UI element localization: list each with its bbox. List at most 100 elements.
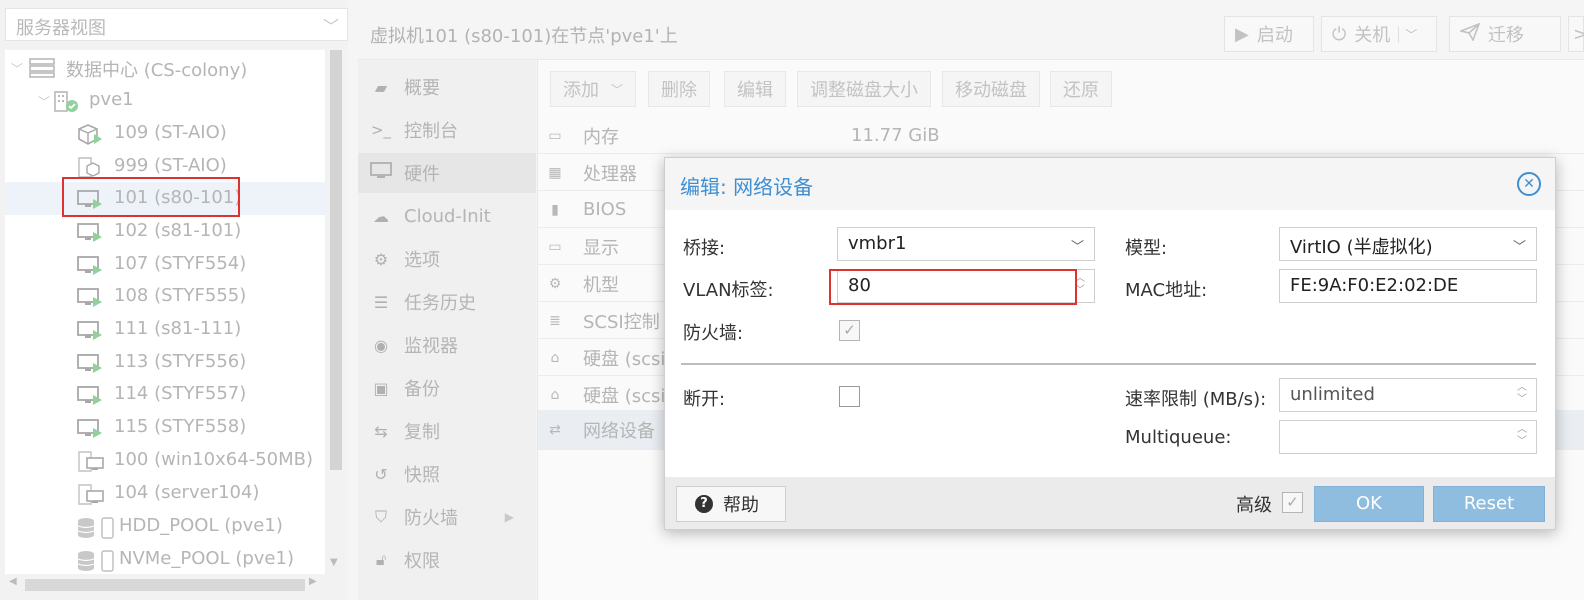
model-label: 模型: (1125, 238, 1168, 259)
nav-item-permissions[interactable]: 🔓︎ 权限 (358, 540, 536, 580)
hdd-icon: ⌂ (550, 349, 560, 366)
nav-item-task-history[interactable]: ☰ 任务历史 (358, 282, 536, 322)
nav-item-label: 硬件 (404, 164, 440, 185)
hardware-row-label: 硬盘 (scsi (583, 385, 666, 407)
nav-item-cloud-init[interactable]: ☁ Cloud-Init (358, 196, 536, 236)
remove-button[interactable]: 删除 (648, 71, 710, 107)
nav-item-label: 备份 (404, 379, 440, 400)
scroll-left-arrow-icon[interactable]: ◀ (9, 576, 17, 587)
multiqueue-input[interactable]: ︿ ﹀ (1279, 420, 1537, 454)
hardware-row-label: SCSI控制 (583, 311, 660, 333)
tree-item-label: 100 (win10x64-50MB) (114, 449, 313, 470)
cogs-icon: ⚙ (548, 275, 562, 292)
vlan-label: VLAN标签: (683, 280, 774, 301)
nav-item-replication[interactable]: ⇆ 复制 (358, 411, 536, 451)
resource-tree-panel: 服务器视图 ﹀ ﹀ 数据中心 (CS-colony) ﹀ pve1 109 (S… (0, 0, 348, 600)
tree-item-vm-template[interactable]: 104 (server104) (5, 477, 325, 510)
tree-item-vm[interactable]: 108 (STYF555) (5, 280, 325, 313)
hardware-row-label: 机型 (583, 274, 619, 296)
add-button[interactable]: 添加 ﹀ (550, 71, 636, 107)
revert-button[interactable]: 还原 (1050, 71, 1112, 107)
nav-item-firewall[interactable]: ⛉ 防火墙 ▶ (358, 497, 536, 537)
advanced-checkbox[interactable]: ✓ (1282, 492, 1303, 513)
hardware-row-label: 内存 (583, 126, 619, 148)
tree-item-label: 109 (ST-AIO) (114, 122, 227, 143)
more-button[interactable]: > (1568, 16, 1584, 52)
chevron-down-icon[interactable]: ﹀ (38, 93, 50, 110)
dialog-title: 编辑: 网络设备 (680, 175, 814, 199)
nav-item-backup[interactable]: ▣ 备份 (358, 368, 536, 408)
nav-item-console[interactable]: >_ 控制台 (358, 110, 536, 150)
shutdown-button[interactable]: ⏻ 关机 ﹀ (1321, 16, 1437, 52)
nav-item-monitor[interactable]: ◉ 监视器 (358, 325, 536, 365)
model-select[interactable]: VirtIO (半虚拟化) ﹀ (1279, 227, 1537, 261)
tree-item-node[interactable]: ﹀ pve1 (5, 84, 325, 117)
highlight-annotation (62, 177, 240, 217)
tree-item-label: pve1 (89, 89, 134, 110)
nav-item-label: 监视器 (404, 336, 458, 357)
nav-item-hardware[interactable]: 硬件 (358, 153, 536, 193)
storage-icon (77, 550, 114, 572)
tree-item-storage[interactable]: HDD_POOL (pve1) (5, 510, 325, 543)
view-selector[interactable]: 服务器视图 ﹀ (5, 8, 348, 41)
scrollbar-thumb[interactable] (330, 50, 342, 470)
start-button[interactable]: ▶ 启动 (1224, 16, 1314, 52)
terminal-icon: >_ (370, 121, 392, 139)
tree-item-ct[interactable]: 109 (ST-AIO) (5, 117, 325, 150)
tree-item-vm[interactable]: 115 (STYF558) (5, 411, 325, 444)
tree-item-vm[interactable]: 107 (STYF554) (5, 248, 325, 281)
help-button-label: 帮助 (723, 495, 759, 516)
rate-limit-input[interactable]: unlimited ︿ ﹀ (1279, 378, 1537, 412)
help-button[interactable]: ? 帮助 (676, 486, 786, 522)
tree-item-label: 数据中心 (CS-colony) (66, 60, 248, 81)
disconnect-checkbox[interactable] (839, 386, 860, 407)
migrate-button[interactable]: 迁移 (1449, 16, 1561, 52)
gear-icon: ⚙ (373, 249, 389, 269)
vm-running-icon (77, 385, 102, 405)
spinner-icon[interactable]: ︿ ﹀ (1517, 424, 1527, 448)
tree-horizontal-scrollbar[interactable]: ◀ ▶ (5, 574, 325, 596)
tree-item-vm[interactable]: 111 (s81-111) (5, 313, 325, 346)
highlight-annotation (829, 269, 1077, 305)
spinner-icon[interactable]: ︿ ﹀ (1517, 382, 1527, 406)
vm-running-icon (77, 353, 102, 373)
chevron-down-icon[interactable]: ﹀ (1513, 236, 1526, 255)
tree-item-label: 113 (STYF556) (114, 351, 247, 372)
close-icon[interactable]: ✕ (1517, 172, 1541, 196)
chevron-down-icon[interactable]: ﹀ (1071, 236, 1084, 255)
tree-vertical-scrollbar[interactable]: ▼ (325, 50, 347, 574)
edit-button[interactable]: 编辑 (724, 71, 786, 107)
tree-item-datacenter[interactable]: ﹀ 数据中心 (CS-colony) (5, 51, 325, 84)
tree-item-vm[interactable]: 114 (STYF557) (5, 378, 325, 411)
nav-item-snapshots[interactable]: ↺ 快照 (358, 454, 536, 494)
dialog-header: 编辑: 网络设备 ✕ (665, 158, 1555, 210)
tree-item-vm[interactable]: 102 (s81-101) (5, 215, 325, 248)
reset-button[interactable]: Reset (1433, 486, 1545, 522)
nav-item-summary[interactable]: ▰ 概要 (358, 67, 536, 107)
server-icon (29, 58, 55, 78)
chevron-down-icon[interactable]: ﹀ (11, 60, 23, 77)
tree-item-vm[interactable]: 113 (STYF556) (5, 346, 325, 379)
tree-item-vm-template[interactable]: 100 (win10x64-50MB) (5, 444, 325, 477)
hdd-icon: ⌂ (550, 386, 560, 403)
scroll-down-arrow-icon[interactable]: ▼ (330, 557, 338, 568)
hardware-row-memory[interactable]: ▭ 内存 11.77 GiB (538, 118, 1584, 154)
chevron-down-icon[interactable]: ﹀ (1398, 25, 1417, 43)
revert-button-label: 还原 (1063, 80, 1099, 101)
scrollbar-thumb[interactable] (25, 579, 305, 591)
hardware-row-label: 网络设备 (583, 420, 655, 442)
move-disk-button[interactable]: 移动磁盘 (942, 71, 1040, 107)
vm-template-icon (77, 451, 104, 472)
scroll-right-arrow-icon[interactable]: ▶ (309, 576, 317, 587)
nav-item-label: 权限 (404, 551, 440, 572)
nav-item-options[interactable]: ⚙ 选项 (358, 239, 536, 279)
bridge-select[interactable]: vmbr1 ﹀ (837, 227, 1095, 261)
rate-limit-label: 速率限制 (MB/s): (1125, 389, 1267, 410)
building-check-icon (53, 91, 78, 112)
resize-disk-button[interactable]: 调整磁盘大小 (797, 71, 931, 107)
divider (681, 363, 1536, 365)
firewall-checkbox[interactable]: ✓ (839, 320, 860, 341)
ok-button[interactable]: OK (1314, 486, 1424, 522)
mac-address-input[interactable]: FE:9A:F0:E2:02:DE (1279, 269, 1537, 303)
tree-item-storage[interactable]: NVMe_POOL (pve1) (5, 543, 325, 574)
